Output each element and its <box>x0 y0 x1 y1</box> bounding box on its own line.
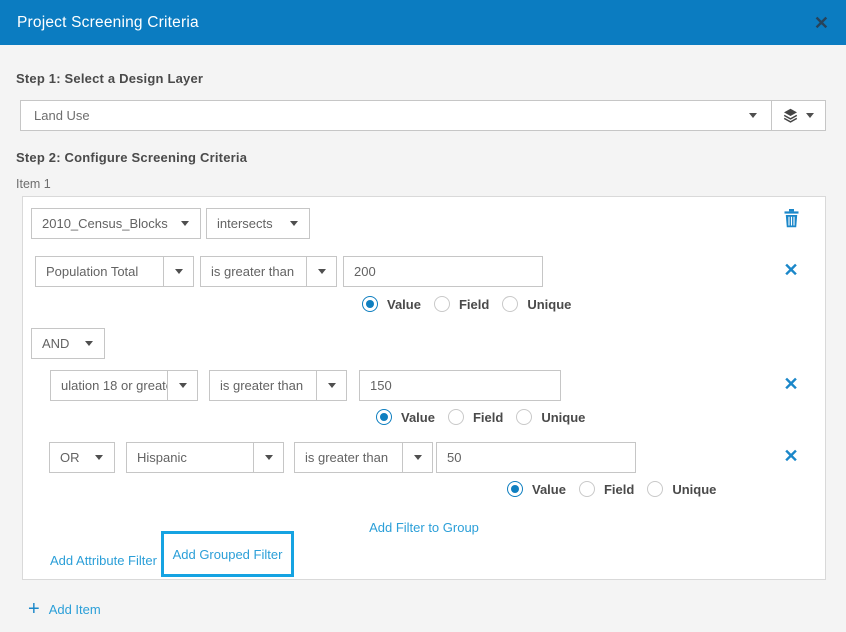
add-filter-to-group-link[interactable]: Add Filter to Group <box>369 520 479 535</box>
radio-icon <box>502 296 518 312</box>
radio-unique[interactable]: Unique <box>502 296 571 312</box>
chevron-down-icon <box>316 371 346 400</box>
radio-value[interactable]: Value <box>376 409 435 425</box>
group-logic-select[interactable]: AND <box>31 328 105 359</box>
radio-field[interactable]: Field <box>579 481 634 497</box>
add-attribute-filter-link[interactable]: Add Attribute Filter <box>50 553 157 568</box>
delete-item-button[interactable] <box>784 209 799 228</box>
radio-unique[interactable]: Unique <box>647 481 716 497</box>
plus-icon: + <box>28 600 40 618</box>
chevron-down-icon <box>163 257 193 286</box>
chevron-down-icon <box>84 443 114 472</box>
radio-unique-label: Unique <box>527 297 571 312</box>
close-icon[interactable]: ✕ <box>812 10 831 36</box>
radio-value-label: Value <box>532 482 566 497</box>
filter2-field-select[interactable]: ulation 18 or greater <box>50 370 198 401</box>
filter3-operator-value: is greater than <box>295 450 402 465</box>
close-icon: ✕ <box>783 374 798 394</box>
radio-field[interactable]: Field <box>448 409 503 425</box>
radio-icon <box>579 481 595 497</box>
radio-value-label: Value <box>387 297 421 312</box>
layers-icon <box>783 108 798 123</box>
group-logic-value: AND <box>32 336 74 351</box>
radio-icon <box>362 296 378 312</box>
tutorial-highlight-box: Add Grouped Filter <box>161 531 294 577</box>
filter1-operator-value: is greater than <box>201 264 306 279</box>
filter1-operator-select[interactable]: is greater than <box>200 256 337 287</box>
trash-icon <box>784 209 799 228</box>
filter3-mode-radios: Value Field Unique <box>507 481 716 497</box>
chevron-down-icon <box>306 257 336 286</box>
chevron-down-icon <box>806 113 814 118</box>
dialog-header: Project Screening Criteria ✕ <box>0 0 846 45</box>
radio-field-label: Field <box>459 297 489 312</box>
filter1-field-select[interactable]: Population Total <box>35 256 194 287</box>
chevron-down-icon <box>170 209 200 238</box>
radio-icon <box>376 409 392 425</box>
radio-icon <box>434 296 450 312</box>
filter3-operator-select[interactable]: is greater than <box>294 442 433 473</box>
step1-label: Step 1: Select a Design Layer <box>16 71 203 86</box>
add-item-label: Add Item <box>49 602 101 617</box>
close-icon: ✕ <box>783 260 798 280</box>
step2-label: Step 2: Configure Screening Criteria <box>16 150 247 165</box>
add-grouped-filter-link[interactable]: Add Grouped Filter <box>173 547 283 562</box>
chevron-down-icon <box>279 209 309 238</box>
layer-list-button[interactable] <box>772 101 825 130</box>
radio-unique[interactable]: Unique <box>516 409 585 425</box>
chevron-down-icon <box>402 443 432 472</box>
radio-value-label: Value <box>401 410 435 425</box>
remove-filter1-button[interactable]: ✕ <box>779 258 803 282</box>
item-panel: 2010_Census_Blocks intersects Population… <box>22 196 826 580</box>
spatial-operator-value: intersects <box>207 216 279 231</box>
radio-icon <box>507 481 523 497</box>
filter3-field-select[interactable]: Hispanic <box>126 442 284 473</box>
radio-icon <box>448 409 464 425</box>
filter3-field-value: Hispanic <box>127 450 253 465</box>
chevron-down-icon <box>749 113 771 118</box>
radio-icon <box>647 481 663 497</box>
filter3-logic-value: OR <box>50 450 84 465</box>
design-layer-value: Land Use <box>21 108 749 123</box>
dialog-title: Project Screening Criteria <box>17 14 199 32</box>
filter2-value-input[interactable] <box>359 370 561 401</box>
project-screening-criteria-dialog: Project Screening Criteria ✕ Step 1: Sel… <box>0 0 846 632</box>
filter2-operator-value: is greater than <box>210 378 316 393</box>
radio-field[interactable]: Field <box>434 296 489 312</box>
target-layer-value: 2010_Census_Blocks <box>32 216 170 231</box>
filter1-value-input[interactable] <box>343 256 543 287</box>
radio-field-label: Field <box>473 410 503 425</box>
filter1-mode-radios: Value Field Unique <box>362 296 571 312</box>
radio-unique-label: Unique <box>541 410 585 425</box>
filter3-value-input[interactable] <box>436 442 636 473</box>
radio-value[interactable]: Value <box>507 481 566 497</box>
chevron-down-icon <box>253 443 283 472</box>
chevron-down-icon <box>167 371 197 400</box>
radio-icon <box>516 409 532 425</box>
design-layer-select[interactable]: Land Use <box>20 100 826 131</box>
chevron-down-icon <box>74 329 104 358</box>
radio-unique-label: Unique <box>672 482 716 497</box>
radio-value[interactable]: Value <box>362 296 421 312</box>
add-item-button[interactable]: + Add Item <box>28 600 101 618</box>
spatial-operator-select[interactable]: intersects <box>206 208 310 239</box>
filter2-mode-radios: Value Field Unique <box>376 409 585 425</box>
radio-field-label: Field <box>604 482 634 497</box>
filter3-logic-select[interactable]: OR <box>49 442 115 473</box>
filter2-operator-select[interactable]: is greater than <box>209 370 347 401</box>
remove-filter3-button[interactable]: ✕ <box>779 444 803 468</box>
filter1-field-value: Population Total <box>36 264 163 279</box>
target-layer-select[interactable]: 2010_Census_Blocks <box>31 208 201 239</box>
close-icon: ✕ <box>783 446 798 466</box>
remove-filter2-button[interactable]: ✕ <box>779 372 803 396</box>
filter2-field-value: ulation 18 or greater <box>51 378 167 393</box>
item-label: Item 1 <box>16 177 51 191</box>
